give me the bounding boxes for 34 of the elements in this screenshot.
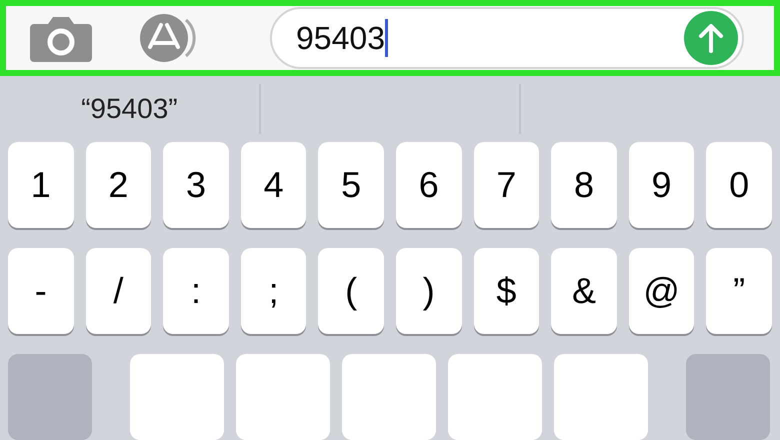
input-text: 95403 <box>296 20 385 57</box>
keyboard-key[interactable]: $ <box>474 248 540 334</box>
camera-icon[interactable] <box>30 14 92 62</box>
keyboard-key[interactable]: @ <box>628 248 694 334</box>
keyboard-key[interactable]: ” <box>706 248 772 334</box>
keyboard-key[interactable] <box>342 354 436 440</box>
keyboard-key[interactable]: 1 <box>8 142 74 228</box>
modifier-key[interactable] <box>686 354 770 440</box>
suggestion[interactable]: “95403” <box>81 93 178 126</box>
keyboard-key[interactable]: 3 <box>163 142 229 228</box>
keyboard-key[interactable]: - <box>8 248 74 334</box>
arrow-up-icon <box>698 23 724 54</box>
keyboard-key[interactable]: ; <box>240 248 306 334</box>
keyboard-key[interactable]: 5 <box>318 142 384 228</box>
keyboard-key[interactable]: 2 <box>86 142 152 228</box>
keyboard-key[interactable]: 9 <box>628 142 694 228</box>
keyboard-key[interactable]: ( <box>318 248 384 334</box>
keyboard-key[interactable]: : <box>163 248 229 334</box>
keyboard-key[interactable]: 6 <box>396 142 462 228</box>
text-cursor <box>384 19 388 58</box>
keyboard-key[interactable] <box>448 354 542 440</box>
keyboard-key[interactable]: 4 <box>240 142 306 228</box>
keyboard-key[interactable]: ) <box>396 248 462 334</box>
modifier-key[interactable] <box>8 354 92 440</box>
keyboard-key[interactable] <box>236 354 330 440</box>
keyboard-key[interactable]: 0 <box>706 142 772 228</box>
keyboard-key[interactable]: 7 <box>474 142 540 228</box>
keyboard-key[interactable] <box>554 354 648 440</box>
keyboard-key[interactable]: 8 <box>551 142 617 228</box>
message-input-field[interactable]: 95403 <box>270 7 744 70</box>
keyboard-key[interactable]: & <box>551 248 617 334</box>
keyboard-key[interactable] <box>130 354 224 440</box>
keyboard-key[interactable]: / <box>86 248 152 334</box>
send-button[interactable] <box>684 11 738 66</box>
